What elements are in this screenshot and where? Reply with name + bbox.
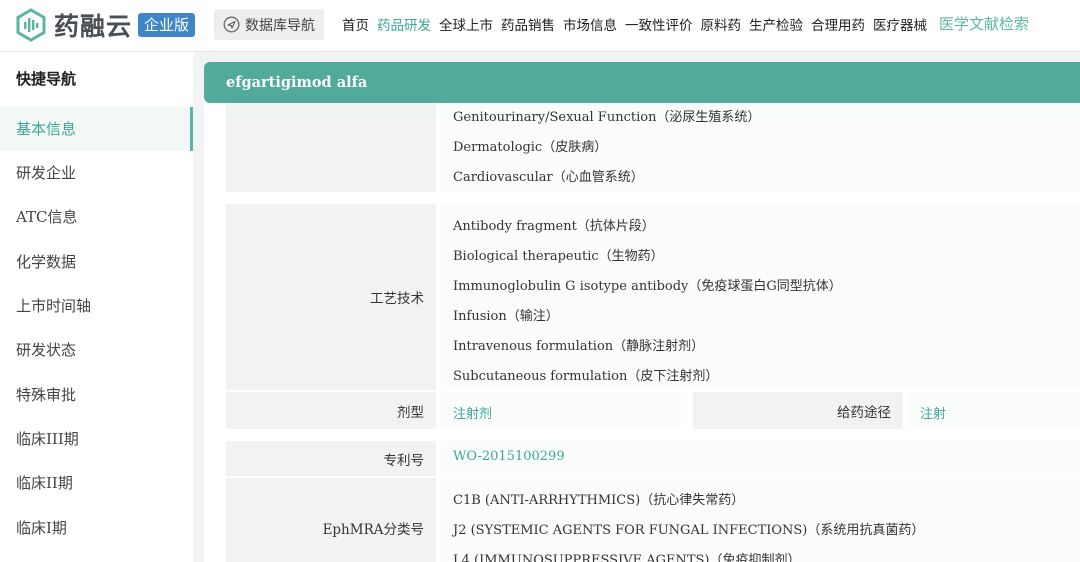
route-cell: 注射 — [908, 392, 1080, 429]
sidebar-item-phase-3[interactable]: 临床III期 — [0, 417, 193, 461]
ephmra-label-text: EphMRA分类号 — [322, 522, 424, 538]
patent-label: 专利号 — [226, 441, 436, 476]
technology-label: 工艺技术 — [226, 204, 436, 390]
sidebar-title: 快捷导航 — [16, 70, 77, 88]
hexagon-logo-icon — [16, 8, 46, 42]
route-link[interactable]: 注射 — [920, 403, 946, 422]
menu-drug-rd[interactable]: 药品研发 — [377, 14, 431, 34]
therapy-area-values: Genitourinary/Sexual Function（泌尿生殖系统） De… — [441, 103, 1080, 192]
therapy-area-item: Genitourinary/Sexual Function（泌尿生殖系统） — [453, 110, 761, 125]
navigation-arrow-icon — [223, 16, 240, 33]
sidebar-item-chemical-data[interactable]: 化学数据 — [0, 240, 193, 284]
enterprise-badge: 企业版 — [138, 13, 196, 37]
technology-values: Antibody fragment（抗体片段） Biological thera… — [441, 204, 1080, 390]
technology-item: Antibody fragment（抗体片段） — [453, 219, 655, 234]
dosage-form-link[interactable]: 注射剂 — [453, 403, 492, 422]
ephmra-item: J2 (SYSTEMIC AGENTS FOR FUNGAL INFECTION… — [453, 523, 925, 538]
technology-item: Intravenous formulation（静脉注射剂） — [453, 339, 705, 354]
ephmra-label: EphMRA分类号 — [226, 478, 436, 562]
database-nav-label: 数据库导航 — [245, 17, 315, 34]
menu-production-inspection[interactable]: 生产检验 — [749, 14, 803, 34]
dosage-form-cell: 注射剂 — [441, 392, 681, 429]
drug-name-header: efgartigimod alfa — [204, 62, 1080, 103]
main-menu: 首页 药品研发 全球上市 药品销售 市场信息 一致性评价 原料药 生产检验 合理… — [342, 14, 1037, 34]
menu-literature-search[interactable]: 医学文献检索 — [939, 13, 1029, 34]
quick-nav-sidebar: 快捷导航 基本信息 研发企业 ATC信息 化学数据 上市时间轴 研发状态 特殊审… — [0, 52, 193, 562]
sidebar-item-atc-info[interactable]: ATC信息 — [0, 195, 193, 239]
brand-name: 药融云 — [54, 12, 133, 41]
menu-drug-sales[interactable]: 药品销售 — [501, 14, 555, 34]
technology-item: Immunoglobulin G isotype antibody（免疫球蛋白G… — [453, 279, 842, 294]
menu-rational-use[interactable]: 合理用药 — [811, 14, 865, 34]
ephmra-item: C1B (ANTI-ARRHYTHMICS)（抗心律失常药） — [453, 493, 745, 508]
menu-consistency-eval[interactable]: 一致性评价 — [625, 14, 693, 34]
database-nav-button[interactable]: 数据库导航 — [214, 9, 324, 40]
top-navigation: 药融云 企业版 数据库导航 首页 药品研发 全球上市 药品销售 市场信息 一致性… — [0, 0, 1080, 52]
technology-item: Biological therapeutic（生物药） — [453, 249, 664, 264]
dosage-form-label: 剂型 — [226, 392, 436, 429]
sidebar-item-launch-timeline[interactable]: 上市时间轴 — [0, 284, 193, 328]
menu-medical-devices[interactable]: 医疗器械 — [873, 14, 927, 34]
sidebar-item-special-approval[interactable]: 特殊审批 — [0, 373, 193, 417]
brand-logo[interactable]: 药融云 企业版 — [14, 6, 196, 44]
therapy-area-item: Dermatologic（皮肤病） — [453, 140, 608, 155]
sidebar-item-phase-1[interactable]: 临床I期 — [0, 506, 193, 550]
menu-global-launch[interactable]: 全球上市 — [439, 14, 493, 34]
technology-item: Infusion（输注） — [453, 309, 559, 324]
patent-link[interactable]: WO-2015100299 — [453, 449, 565, 464]
therapy-area-label — [226, 103, 436, 192]
ephmra-values: C1B (ANTI-ARRHYTHMICS)（抗心律失常药） J2 (SYSTE… — [441, 478, 1080, 562]
menu-market-info[interactable]: 市场信息 — [563, 14, 617, 34]
ephmra-item: L4 (IMMUNOSUPPRESSIVE AGENTS)（免疫抑制剂） — [453, 553, 801, 562]
technology-item: Subcutaneous formulation（皮下注射剂） — [453, 369, 719, 384]
sidebar-item-rd-company[interactable]: 研发企业 — [0, 151, 193, 195]
sidebar-item-basic-info[interactable]: 基本信息 — [0, 107, 193, 151]
menu-api[interactable]: 原料药 — [701, 14, 742, 34]
sidebar-item-rd-status[interactable]: 研发状态 — [0, 328, 193, 372]
patent-cell: WO-2015100299 — [441, 441, 1080, 476]
menu-home[interactable]: 首页 — [342, 14, 369, 34]
drug-detail-card: efgartigimod alfa Genitourinary/Sexual F… — [204, 62, 1080, 562]
sidebar-item-phase-2[interactable]: 临床II期 — [0, 461, 193, 505]
route-label: 给药途径 — [693, 392, 903, 429]
therapy-area-item: Cardiovascular（心血管系统） — [453, 170, 644, 185]
